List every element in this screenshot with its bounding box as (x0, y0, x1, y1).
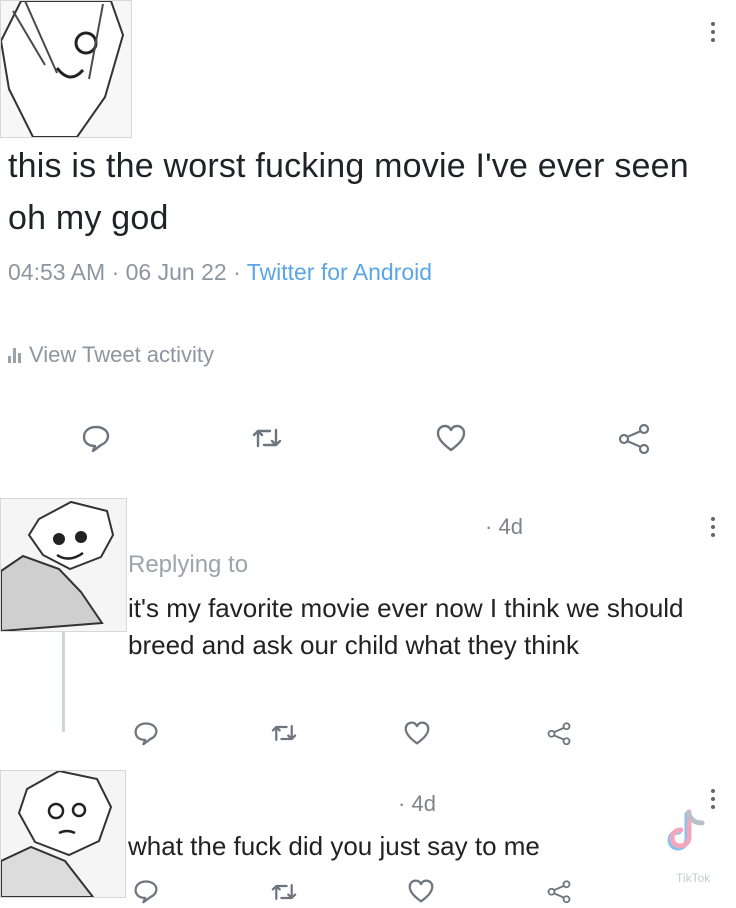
reply-time-value: 4d (411, 791, 436, 816)
time-separator: · (485, 514, 499, 539)
activity-icon (8, 347, 21, 363)
watermark-text: TikTok (676, 871, 711, 885)
more-icon[interactable] (704, 517, 722, 537)
meta-separator: · (111, 259, 126, 285)
time-separator: · (398, 791, 412, 816)
reply-icon[interactable] (76, 418, 116, 458)
share-icon[interactable] (542, 874, 576, 908)
reply-avatar[interactable] (0, 498, 127, 632)
more-icon[interactable] (704, 22, 722, 42)
reply-icon[interactable] (129, 874, 163, 908)
meta-separator: · (233, 259, 247, 285)
replying-to-label: Replying to (128, 551, 249, 578)
reply-time-value: 4d (498, 514, 523, 539)
reply-text: it's my favorite movie ever now I think … (128, 593, 684, 660)
reply-time: · 4d (398, 791, 436, 817)
tweet-meta: 04:53 AM · 06 Jun 22 · Twitter for Andro… (8, 259, 432, 286)
share-icon[interactable] (542, 716, 576, 750)
retweet-icon[interactable] (245, 420, 289, 456)
tweet-time: 04:53 AM (8, 259, 106, 285)
activity-label: View Tweet activity (29, 342, 215, 367)
like-icon[interactable] (400, 716, 434, 750)
tiktok-logo-icon (662, 808, 710, 856)
reply-text: what the fuck did you just say to me (128, 831, 540, 861)
tweet-text: this is the worst fucking movie I've eve… (8, 147, 689, 237)
retweet-icon[interactable] (266, 717, 302, 749)
like-icon[interactable] (431, 418, 471, 458)
author-avatar[interactable] (0, 0, 132, 138)
tweet-date: 06 Jun 22 (125, 259, 227, 285)
like-icon[interactable] (404, 874, 438, 908)
share-icon[interactable] (614, 418, 654, 458)
more-icon[interactable] (704, 789, 722, 809)
client-link[interactable]: Twitter for Android (247, 259, 432, 285)
thread-line (62, 632, 65, 732)
reply-icon[interactable] (129, 716, 163, 750)
retweet-icon[interactable] (266, 876, 302, 908)
reply-time: · 4d (485, 514, 523, 540)
tweet-activity-link[interactable]: View Tweet activity (8, 342, 214, 368)
reply-avatar[interactable] (0, 770, 126, 898)
